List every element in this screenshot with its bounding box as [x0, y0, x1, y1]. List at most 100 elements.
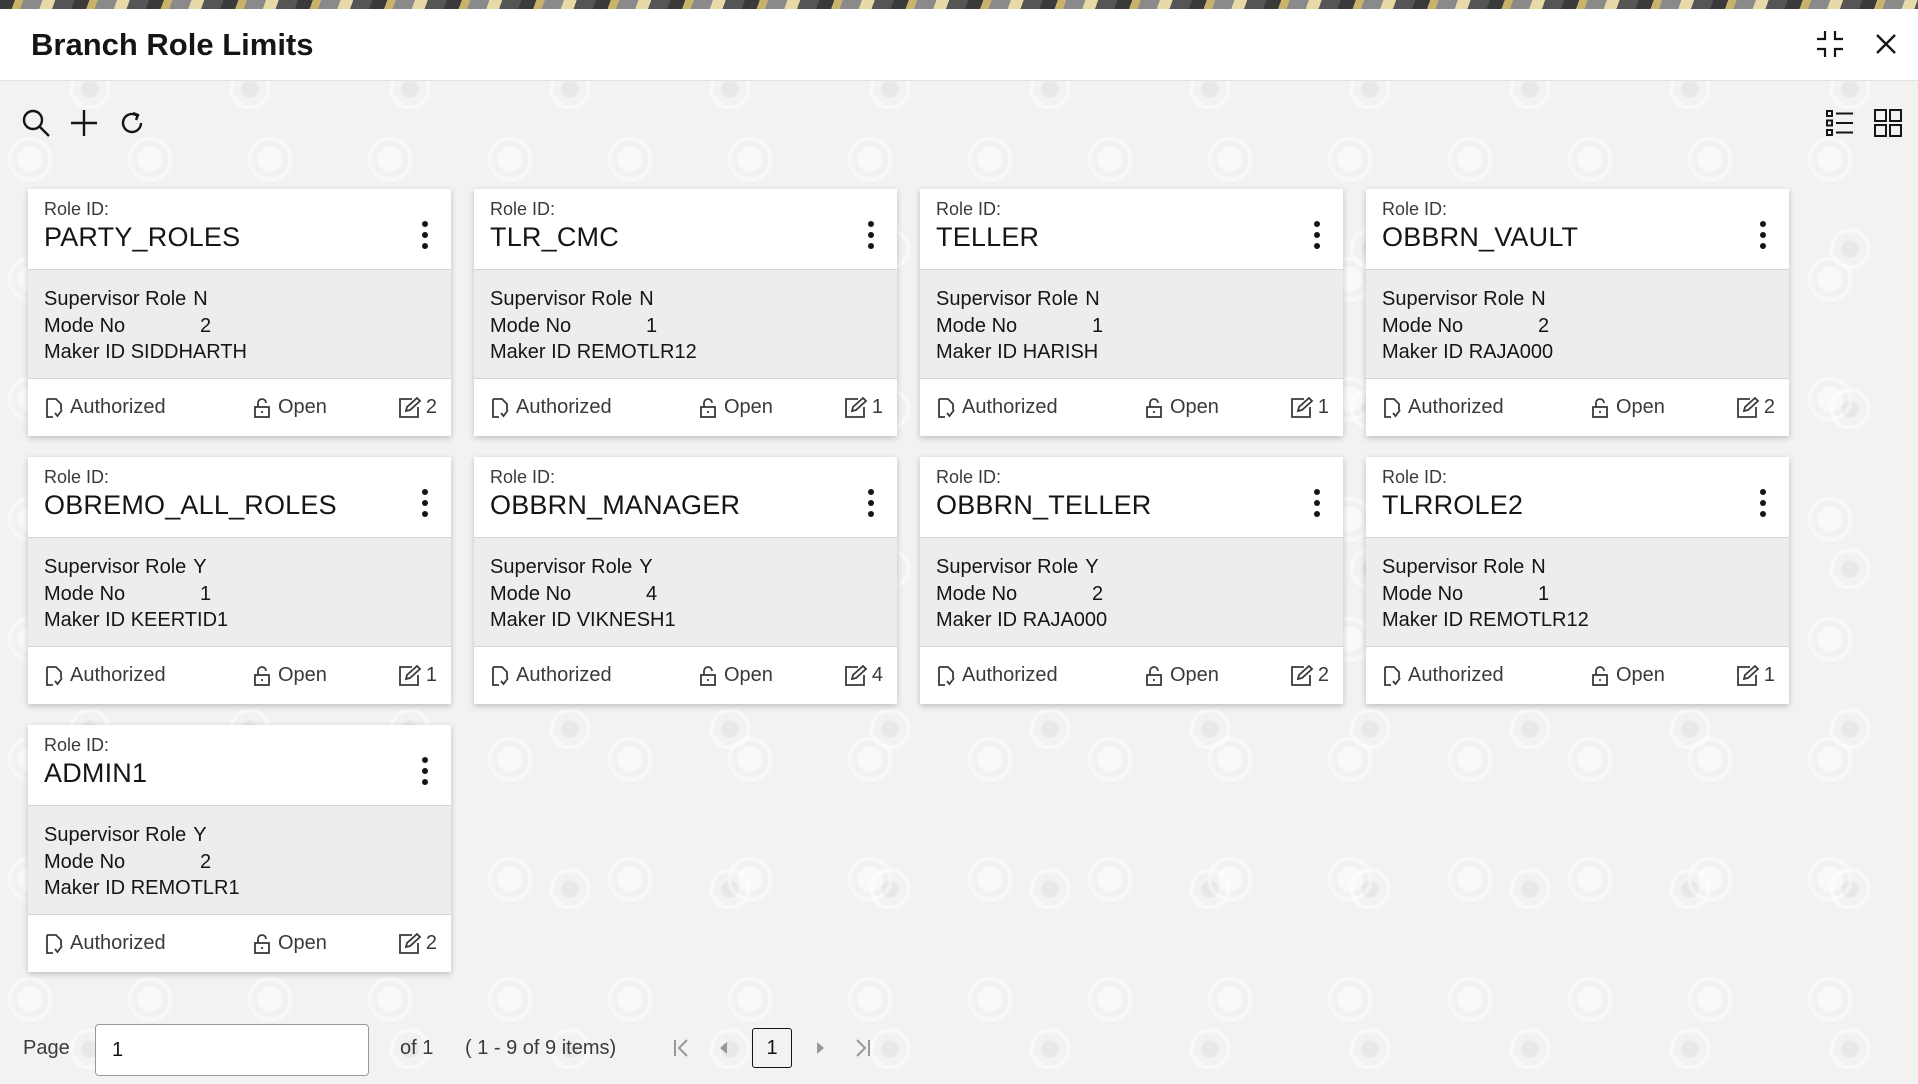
edit-icon: [1736, 396, 1760, 418]
authorized-icon: [492, 665, 509, 686]
card-menu-button[interactable]: [1309, 487, 1325, 519]
maker-id-row: Maker ID REMOTLR12: [1382, 607, 1789, 634]
authorization-status: Authorized: [44, 664, 166, 687]
supervisor-role-label: Supervisor Role: [44, 824, 187, 846]
role-card[interactable]: Role ID: OBBRN_VAULT Supervisor Role N M…: [1366, 189, 1789, 436]
page-navigation: 1: [668, 1028, 876, 1068]
mode-no-label: Mode No: [44, 314, 126, 337]
mode-no-row: Mode No 1: [490, 313, 897, 340]
mode-no-value: 1: [200, 582, 212, 605]
mode-no-label: Mode No: [1382, 314, 1464, 337]
next-page-button[interactable]: [806, 1034, 834, 1062]
card-footer: Authorized Open 2: [28, 915, 451, 972]
card-footer: Authorized Open 1: [920, 379, 1343, 436]
edit-icon: [1290, 664, 1314, 686]
card-menu-button[interactable]: [1309, 219, 1325, 251]
card-menu-button[interactable]: [417, 487, 433, 519]
maker-id-value: HARISH: [1022, 341, 1099, 363]
supervisor-role-row: Supervisor Role N: [1382, 286, 1789, 313]
mode-no-label: Mode No: [936, 314, 1018, 337]
maker-id-label: Maker ID: [936, 341, 1018, 363]
card-menu-button[interactable]: [1755, 219, 1771, 251]
role-card[interactable]: Role ID: TLRROLE2 Supervisor Role N Mode…: [1366, 457, 1789, 704]
add-button[interactable]: [66, 105, 102, 141]
record-status: Open: [252, 396, 327, 419]
card-menu-button[interactable]: [863, 219, 879, 251]
authorized-icon: [492, 397, 509, 418]
authorized-icon: [938, 665, 955, 686]
supervisor-role-label: Supervisor Role: [490, 288, 633, 310]
refresh-button[interactable]: [114, 105, 150, 141]
card-header: Role ID: ADMIN1: [28, 725, 451, 805]
role-id-value: OBBRN_MANAGER: [490, 490, 741, 520]
last-page-button[interactable]: [848, 1034, 876, 1062]
authorized-text: Authorized: [70, 396, 166, 418]
maker-id-row: Maker ID RAJA000: [936, 607, 1343, 634]
page-number-input[interactable]: [95, 1024, 369, 1076]
unlock-icon: [1146, 397, 1162, 418]
supervisor-role-label: Supervisor Role: [44, 556, 187, 578]
role-card[interactable]: Role ID: OBREMO_ALL_ROLES Supervisor Rol…: [28, 457, 451, 704]
current-page-button[interactable]: 1: [752, 1028, 792, 1068]
open-text: Open: [1170, 664, 1219, 686]
maker-id-row: Maker ID REMOTLR12: [490, 339, 897, 366]
role-card[interactable]: Role ID: TLR_CMC Supervisor Role N Mode …: [474, 189, 897, 436]
card-menu-button[interactable]: [1755, 487, 1771, 519]
close-button[interactable]: [1868, 26, 1904, 62]
record-status: Open: [1144, 396, 1219, 419]
edit-icon: [844, 664, 868, 686]
grid-view-button[interactable]: [1870, 105, 1906, 141]
next-page-icon: [817, 1042, 824, 1054]
role-card[interactable]: Role ID: ADMIN1 Supervisor Role Y Mode N…: [28, 725, 451, 972]
mode-no-value: 2: [200, 850, 212, 873]
minimize-icon: [1817, 31, 1843, 57]
maker-id-value: REMOTLR12: [1468, 609, 1589, 631]
card-header: Role ID: TELLER: [920, 189, 1343, 269]
authorization-status: Authorized: [1382, 396, 1504, 419]
maker-id-value: RAJA000: [1468, 341, 1554, 363]
record-status: Open: [252, 932, 327, 955]
supervisor-role-row: Supervisor Role N: [490, 286, 897, 313]
last-page-icon: [856, 1039, 870, 1057]
more-options-icon: [1760, 489, 1766, 517]
maker-id-row: Maker ID VIKNESH1: [490, 607, 897, 634]
authorized-text: Authorized: [516, 664, 612, 686]
role-card[interactable]: Role ID: OBBRN_TELLER Supervisor Role Y …: [920, 457, 1343, 704]
supervisor-role-label: Supervisor Role: [936, 556, 1079, 578]
card-menu-button[interactable]: [863, 487, 879, 519]
modification-count: 1: [844, 396, 883, 419]
search-button[interactable]: [18, 105, 54, 141]
role-id-value: TELLER: [936, 222, 1040, 252]
maker-id-label: Maker ID: [490, 609, 572, 631]
list-view-button[interactable]: [1822, 105, 1858, 141]
mode-no-row: Mode No 2: [44, 313, 451, 340]
record-status: Open: [1590, 396, 1665, 419]
role-card[interactable]: Role ID: TELLER Supervisor Role N Mode N…: [920, 189, 1343, 436]
mode-no-value: 1: [646, 314, 658, 337]
role-id-label: Role ID:: [490, 199, 556, 219]
card-menu-button[interactable]: [417, 219, 433, 251]
supervisor-role-value: N: [1531, 288, 1546, 310]
card-header: Role ID: OBREMO_ALL_ROLES: [28, 457, 451, 537]
card-body: Supervisor Role Y Mode No 2 Maker ID REM…: [28, 805, 451, 915]
authorization-status: Authorized: [490, 396, 612, 419]
card-menu-button[interactable]: [417, 755, 433, 787]
open-text: Open: [278, 932, 327, 954]
list-view-icon: [1826, 110, 1853, 136]
role-card[interactable]: Role ID: OBBRN_MANAGER Supervisor Role Y…: [474, 457, 897, 704]
supervisor-role-value: N: [1085, 288, 1100, 310]
supervisor-role-label: Supervisor Role: [44, 288, 187, 310]
card-header: Role ID: OBBRN_TELLER: [920, 457, 1343, 537]
supervisor-role-value: N: [639, 288, 654, 310]
maker-id-row: Maker ID HARISH: [936, 339, 1343, 366]
edit-icon: [1290, 396, 1314, 418]
previous-page-button[interactable]: [710, 1034, 738, 1062]
first-page-button[interactable]: [668, 1034, 696, 1062]
minimize-button[interactable]: [1812, 26, 1848, 62]
maker-id-label: Maker ID: [44, 341, 126, 363]
supervisor-role-label: Supervisor Role: [1382, 556, 1525, 578]
modification-count: 2: [1736, 396, 1775, 419]
maker-id-value: VIKNESH1: [576, 609, 676, 631]
role-card[interactable]: Role ID: PARTY_ROLES Supervisor Role N M…: [28, 189, 451, 436]
card-footer: Authorized Open 2: [28, 379, 451, 436]
